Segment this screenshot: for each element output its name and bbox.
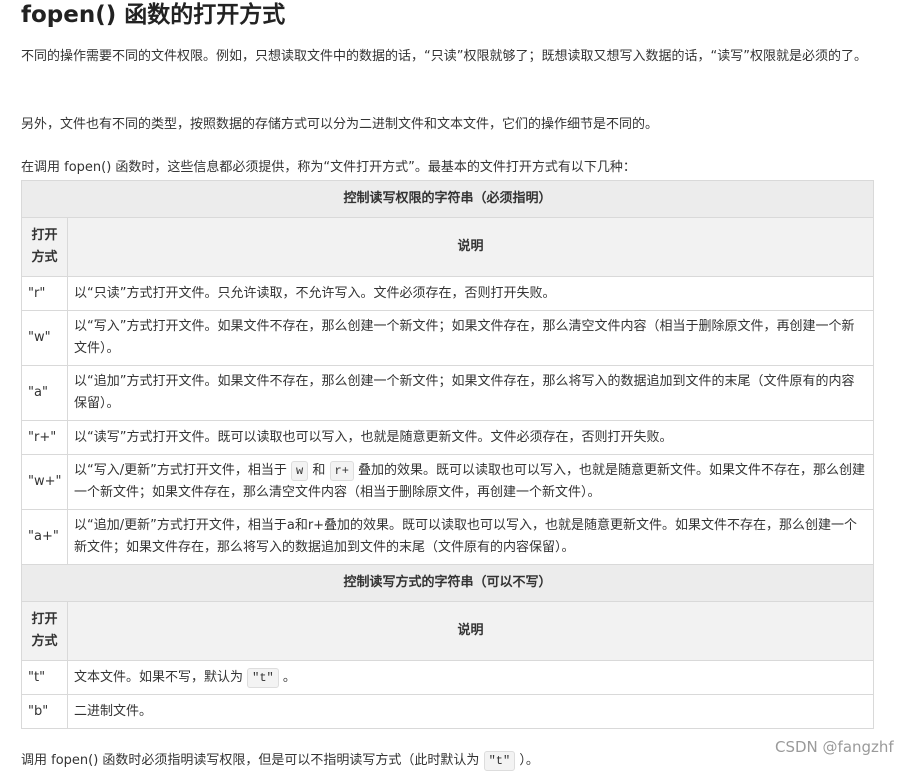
- table-column-header: 打开 方式 说明: [21, 601, 875, 661]
- description-cell: 以“写入”方式打开文件。如果文件不存在，那么创建一个新文件；如果文件存在，那么清…: [66, 310, 875, 366]
- table-row: "r" 以“只读”方式打开文件。只允许读取，不允许写入。文件必须存在，否则打开失…: [21, 276, 875, 311]
- page-title: fopen() 函数的打开方式: [21, 2, 286, 28]
- column-header-mode: 打开 方式: [21, 601, 68, 661]
- description-cell: 以“写入/更新”方式打开文件，相当于 w 和 r+ 叠加的效果。既可以读取也可以…: [66, 454, 875, 510]
- mode-cell: "t": [21, 660, 68, 695]
- description-text: 以“写入/更新”方式打开文件，相当于: [74, 463, 287, 478]
- footer-text-end: ）。: [519, 753, 539, 768]
- column-header-mode: 打开 方式: [21, 217, 68, 277]
- inline-code-t: "t": [247, 667, 279, 688]
- description-cell: 以“追加/更新”方式打开文件，相当于a和r+叠加的效果。既可以读取也可以写入，也…: [66, 509, 875, 565]
- column-header-mode-line2: 方式: [31, 634, 58, 649]
- column-header-mode-line2: 方式: [31, 250, 58, 265]
- description-cell: 以“只读”方式打开文件。只允许读取，不允许写入。文件必须存在，否则打开失败。: [66, 276, 875, 311]
- section-title-read-write-mode: 控制读写方式的字符串（可以不写）: [20, 564, 875, 602]
- mode-cell: "r": [21, 276, 68, 311]
- intro-paragraph-permissions: 不同的操作需要不同的文件权限。例如，只想读取文件中的数据的话，“只读”权限就够了…: [21, 49, 867, 64]
- table-row: "r+" 以“读写”方式打开文件。既可以读取也可以写入，也就是随意更新文件。文件…: [21, 420, 875, 455]
- table-row: "t" 文本文件。如果不写，默认为 "t" 。: [21, 660, 875, 695]
- mode-cell: "b": [21, 694, 68, 729]
- description-text: 。: [282, 669, 296, 685]
- description-cell: 文本文件。如果不写，默认为 "t" 。: [66, 660, 875, 695]
- description-cell: 以“读写”方式打开文件。既可以读取也可以写入，也就是随意更新文件。文件必须存在，…: [66, 420, 875, 455]
- mode-cell: "w+": [21, 454, 68, 510]
- mode-cell: "r+": [21, 420, 68, 455]
- table-row: "w+" 以“写入/更新”方式打开文件，相当于 w 和 r+ 叠加的效果。既可以…: [21, 454, 875, 510]
- column-header-mode-line1: 打开: [31, 612, 58, 627]
- inline-code-w: w: [291, 461, 309, 481]
- description-cell: 以“追加”方式打开文件。如果文件不存在，那么创建一个新文件；如果文件存在，那么将…: [66, 365, 875, 421]
- footer-text: 调用 fopen() 函数时必须指明读写权限，但是可以不指明读写方式（此时默认为: [21, 753, 480, 768]
- watermark: CSDN @fangzhf: [775, 738, 894, 756]
- table-section-header: 控制读写权限的字符串（必须指明）: [20, 180, 875, 218]
- open-modes-table: 控制读写权限的字符串（必须指明） 打开 方式 说明 "r" 以“只读”方式打开文…: [20, 180, 875, 729]
- mode-cell: "a": [21, 365, 68, 421]
- inline-code-t: "t": [483, 751, 516, 771]
- mode-cell: "a+": [21, 509, 68, 565]
- inline-code-r-plus: r+: [329, 461, 354, 481]
- column-header-description: 说明: [66, 601, 875, 661]
- table-row: "a+" 以“追加/更新”方式打开文件，相当于a和r+叠加的效果。既可以读取也可…: [21, 509, 875, 565]
- table-row: "b" 二进制文件。: [21, 694, 875, 729]
- description-text: 文本文件。如果不写，默认为: [74, 669, 244, 685]
- intro-paragraph-file-types: 另外，文件也有不同的类型，按照数据的存储方式可以分为二进制文件和文本文件，它们的…: [21, 117, 659, 132]
- intro-paragraph-open-modes: 在调用 fopen() 函数时，这些信息都必须提供，称为“文件打开方式”。最基本…: [21, 160, 636, 175]
- table-row: "a" 以“追加”方式打开文件。如果文件不存在，那么创建一个新文件；如果文件存在…: [21, 365, 875, 421]
- description-cell: 二进制文件。: [66, 694, 875, 729]
- section-title-permissions: 控制读写权限的字符串（必须指明）: [20, 180, 875, 218]
- table-section-header: 控制读写方式的字符串（可以不写）: [20, 564, 875, 602]
- column-header-description: 说明: [66, 217, 875, 277]
- column-header-mode-line1: 打开: [31, 228, 58, 243]
- description-text: 和: [312, 463, 326, 478]
- table-row: "w" 以“写入”方式打开文件。如果文件不存在，那么创建一个新文件；如果文件存在…: [21, 310, 875, 366]
- table-column-header: 打开 方式 说明: [21, 217, 875, 277]
- mode-cell: "w": [21, 310, 68, 366]
- footer-paragraph: 调用 fopen() 函数时必须指明读写权限，但是可以不指明读写方式（此时默认为…: [21, 750, 873, 772]
